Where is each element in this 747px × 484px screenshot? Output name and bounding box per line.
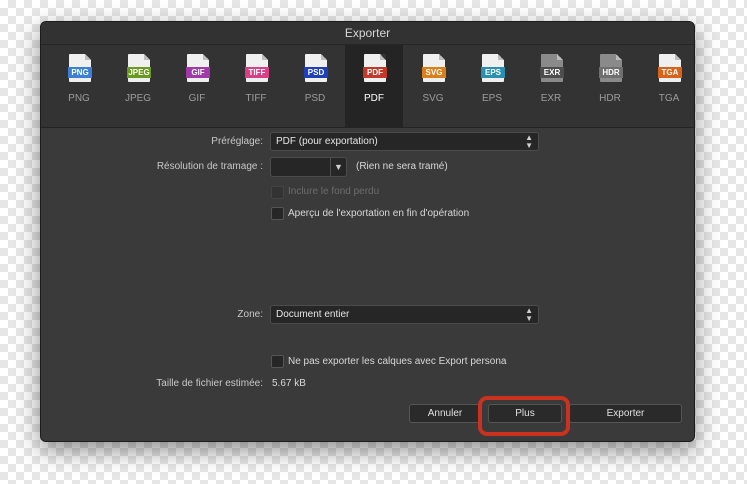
updown-chevron-icon: ▲ ▼ [525, 305, 533, 323]
format-label: GIF [188, 93, 206, 104]
preview-label: Aperçu de l'exportation en fin d'opérati… [288, 208, 470, 219]
format-badge: EPS [481, 67, 505, 78]
format-tab-png[interactable]: PNG PNG [50, 45, 108, 127]
preset-label: Préréglage: [211, 136, 263, 147]
format-label: TGA [658, 93, 680, 104]
format-tab-hdr[interactable]: HDR HDR [581, 45, 639, 127]
png-file-icon: PNG [68, 54, 92, 82]
preset-select[interactable]: PDF (pour exportation) ▲ ▼ [270, 132, 539, 151]
rasterization-note: (Rien ne sera tramé) [356, 161, 448, 172]
format-tab-psd[interactable]: PSD PSD [286, 45, 344, 127]
pdf-file-icon: PDF [363, 54, 387, 82]
format-label: PSD [304, 93, 326, 104]
format-badge: HDR [599, 67, 623, 78]
format-tab-exr[interactable]: EXR EXR [522, 45, 580, 127]
format-badge: JPEG [127, 67, 151, 78]
format-badge: TIFF [245, 67, 269, 78]
format-badge: PNG [68, 67, 92, 78]
format-badge: PDF [363, 67, 387, 78]
tga-file-icon: TGA [658, 54, 682, 82]
export-button[interactable]: Exporter [569, 404, 682, 423]
format-label: SVG [422, 93, 444, 104]
format-tab-jpeg[interactable]: JPEG JPEG [109, 45, 167, 127]
format-badge: SVG [422, 67, 446, 78]
layers-label: Ne pas exporter les calques avec Export … [288, 356, 507, 367]
zone-label: Zone: [237, 309, 263, 320]
bleed-label: Inclure le fond perdu [288, 186, 380, 197]
jpeg-file-icon: JPEG [127, 54, 151, 82]
annotation-highlight [478, 396, 570, 436]
bleed-checkbox[interactable] [271, 186, 284, 199]
hdr-file-icon: HDR [599, 54, 623, 82]
format-label: PNG [68, 93, 90, 104]
chevron-down-icon[interactable]: ▼ [330, 158, 346, 176]
format-tab-tga[interactable]: TGA TGA [640, 45, 694, 127]
exr-file-icon: EXR [540, 54, 564, 82]
format-tab-pdf[interactable]: PDF PDF [345, 45, 403, 127]
format-label: EXR [540, 93, 562, 104]
filesize-label: Taille de fichier estimée: [156, 378, 263, 389]
zone-select[interactable]: Document entier ▲ ▼ [270, 305, 539, 324]
rasterization-label: Résolution de tramage : [156, 161, 263, 172]
eps-file-icon: EPS [481, 54, 505, 82]
cancel-button[interactable]: Annuler [409, 404, 481, 423]
gif-file-icon: GIF [186, 54, 210, 82]
format-tab-svg[interactable]: SVG SVG [404, 45, 462, 127]
format-label: TIFF [245, 93, 267, 104]
format-label: HDR [599, 93, 621, 104]
format-badge: EXR [540, 67, 564, 78]
format-badge: PSD [304, 67, 328, 78]
format-label: PDF [364, 93, 384, 104]
filesize-value: 5.67 kB [272, 378, 306, 389]
preview-checkbox[interactable] [271, 207, 284, 220]
format-toolbar: PNG PNG JPEG JPEG GIF GIF TIFF TIFF PSD PSD PDF PDF… [41, 45, 694, 128]
format-label: EPS [481, 93, 502, 104]
format-label: JPEG [124, 93, 152, 104]
rasterization-combo[interactable]: ▼ [270, 157, 347, 177]
format-tab-gif[interactable]: GIF GIF [168, 45, 226, 127]
svg-file-icon: SVG [422, 54, 446, 82]
tiff-file-icon: TIFF [245, 54, 269, 82]
format-badge: TGA [658, 67, 682, 78]
format-tab-eps[interactable]: EPS EPS [463, 45, 521, 127]
export-dialog: Exporter PNG PNG JPEG JPEG GIF GIF TIFF TIFF PSD… [40, 21, 695, 442]
dialog-title: Exporter [41, 22, 694, 45]
format-badge: GIF [186, 67, 210, 78]
psd-file-icon: PSD [304, 54, 328, 82]
zone-value: Document entier [276, 309, 350, 320]
preset-value: PDF (pour exportation) [276, 136, 378, 147]
layers-checkbox[interactable] [271, 355, 284, 368]
format-tab-tiff[interactable]: TIFF TIFF [227, 45, 285, 127]
updown-chevron-icon: ▲ ▼ [525, 132, 533, 150]
